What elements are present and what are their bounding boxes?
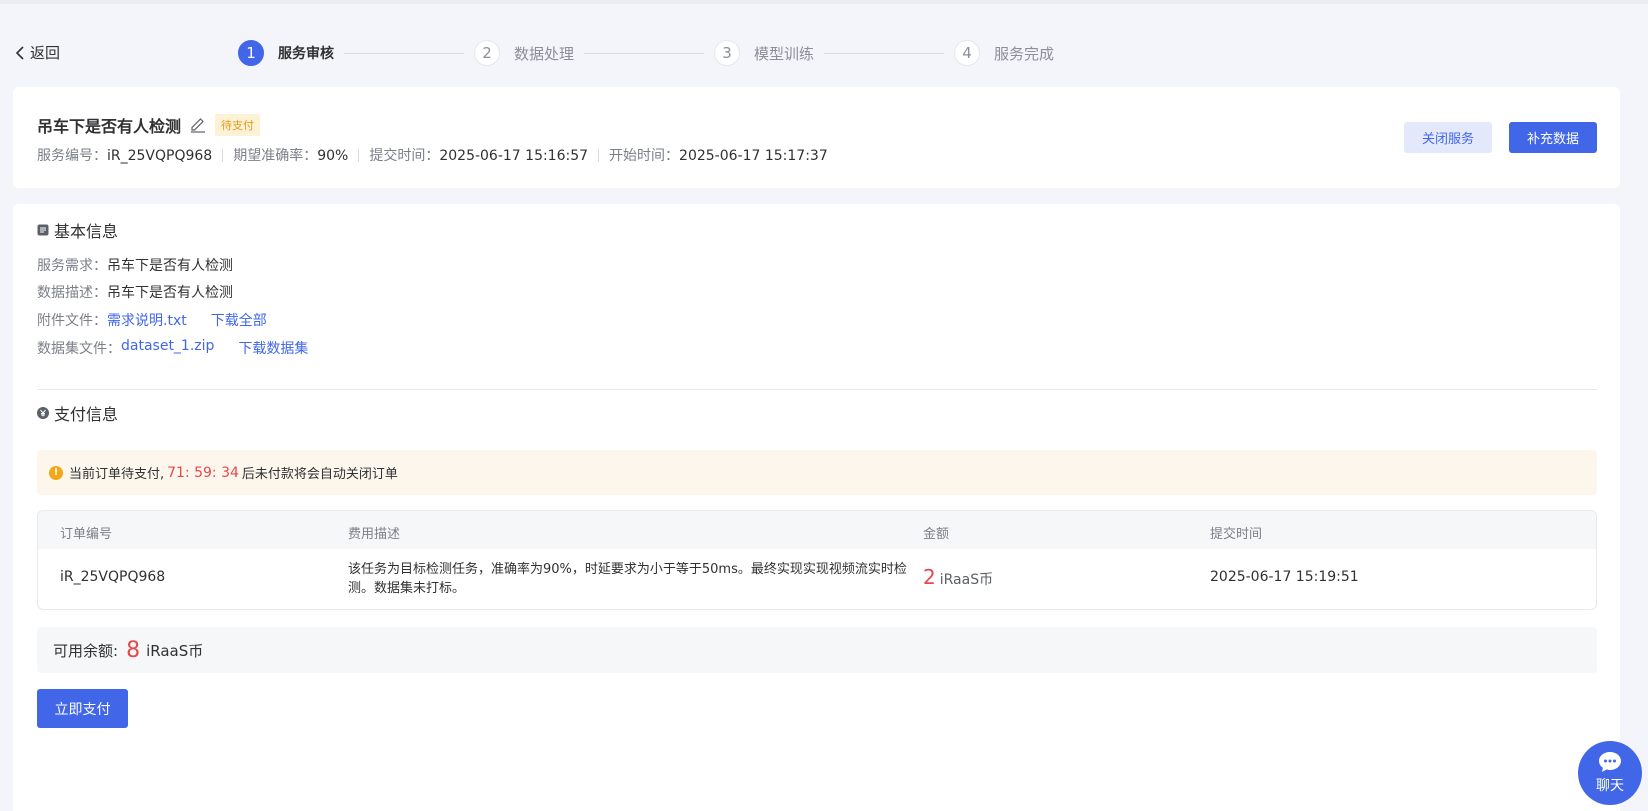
attachment-file-link[interactable]: 需求说明.txt	[107, 310, 187, 330]
step-connector	[824, 52, 945, 54]
edit-icon[interactable]	[189, 116, 207, 134]
download-all-link[interactable]: 下载全部	[211, 310, 267, 330]
section-title: 支付信息	[54, 405, 119, 424]
service-id: 服务编号：iR_25VQPQ968	[37, 148, 213, 164]
field-label: 附件文件：	[37, 313, 107, 329]
balance-label: 可用余额:	[53, 641, 119, 660]
warning-icon: !	[49, 465, 63, 480]
add-data-button[interactable]: 补充数据	[1509, 122, 1597, 153]
attachment-row: 附件文件： 需求说明.txt 下载全部	[37, 310, 267, 330]
pay-now-button[interactable]: 立即支付	[37, 689, 128, 728]
service-meta: 服务编号：iR_25VQPQ968 期望准确率：90% 提交时间：2025-06…	[37, 145, 828, 165]
amount-value: 2	[923, 565, 936, 589]
meta-divider	[222, 148, 224, 162]
field-value: 吊车下是否有人检测	[107, 285, 233, 301]
service-title: 吊车下是否有人检测	[37, 117, 182, 136]
step-label: 数据处理	[514, 44, 575, 63]
back-button[interactable]: 返回	[14, 42, 60, 63]
step-label: 服务完成	[994, 44, 1055, 63]
chat-bubble-icon	[1599, 752, 1621, 772]
description-line: 该任务为目标检测任务，准确率为90%，时延要求为小于等于50ms。最终实现实现视…	[348, 562, 907, 577]
step-number: 2	[474, 40, 500, 66]
service-header-card: 吊车下是否有人检测 待支付 服务编号：iR_25VQPQ968 期望准确率：90…	[13, 87, 1620, 188]
data-description-row: 数据描述： 吊车下是否有人检测	[37, 282, 233, 302]
step-service-review: 1 服务审核	[238, 40, 334, 66]
download-dataset-link[interactable]: 下载数据集	[238, 338, 308, 358]
balance-value: 8	[126, 637, 141, 663]
submit-time: 提交时间：2025-06-17 15:16:57	[369, 148, 589, 164]
field-label: 服务需求：	[37, 258, 107, 274]
submit-time-cell: 2025-06-17 15:19:51	[1210, 569, 1359, 585]
table-header: 订单编号 费用描述 金额 提交时间	[38, 511, 1596, 549]
step-number: 3	[714, 40, 741, 66]
chat-button[interactable]: 聊天	[1578, 741, 1642, 805]
basic-info-heading: 基本信息	[37, 218, 118, 242]
field-label: 数据集文件：	[37, 341, 121, 357]
description-cell: 该任务为目标检测任务，准确率为90%，时延要求为小于等于50ms。最终实现实现视…	[348, 560, 907, 598]
amount-cell: 2 iRaaS币	[923, 565, 993, 589]
service-demand-row: 服务需求： 吊车下是否有人检测	[37, 255, 233, 275]
step-model-training: 3 模型训练	[714, 40, 814, 66]
step-data-processing: 2 数据处理	[474, 40, 574, 66]
start-time: 开始时间：2025-06-17 15:17:37	[609, 148, 828, 164]
step-service-complete: 4 服务完成	[954, 40, 1054, 66]
countdown-timer: 71: 59: 34	[167, 464, 239, 481]
document-icon	[37, 224, 49, 236]
dataset-file-link[interactable]: dataset_1.zip	[121, 338, 214, 358]
step-connector	[584, 52, 705, 54]
status-badge: 待支付	[215, 114, 261, 136]
field-label: 数据描述：	[37, 285, 107, 301]
expected-accuracy: 期望准确率：90%	[233, 148, 349, 164]
field-value: 吊车下是否有人检测	[107, 258, 233, 274]
chat-label: 聊天	[1596, 778, 1624, 794]
meta-divider	[598, 148, 600, 162]
table-row: iR_25VQPQ968 该任务为目标检测任务，准确率为90%，时延要求为小于等…	[38, 549, 1596, 609]
alert-text: 后未付款将会自动关闭订单	[241, 467, 398, 482]
order-table: 订单编号 费用描述 金额 提交时间 iR_25VQPQ968 该任务为目标检测任…	[37, 510, 1597, 610]
order-id-cell: iR_25VQPQ968	[60, 569, 166, 585]
dataset-row: 数据集文件： dataset_1.zip 下载数据集	[37, 338, 308, 358]
top-border	[0, 0, 1648, 4]
section-divider	[37, 389, 1597, 390]
column-header: 提交时间	[1210, 527, 1263, 542]
column-header: 订单编号	[60, 527, 113, 542]
payment-info-heading: 支付信息	[37, 401, 118, 425]
meta-divider	[358, 148, 360, 162]
step-label: 服务审核	[278, 46, 334, 62]
column-header: 费用描述	[348, 527, 401, 542]
step-number: 4	[954, 40, 981, 66]
step-connector	[344, 52, 464, 54]
amount-unit: iRaaS币	[939, 572, 994, 588]
progress-steps: 1 服务审核 2 数据处理 3 模型训练 4 服务完成	[238, 40, 1054, 66]
back-label: 返回	[30, 44, 61, 62]
available-balance: 可用余额: 8 iRaaS币	[37, 627, 1597, 673]
detail-card: 基本信息 服务需求： 吊车下是否有人检测 数据描述： 吊车下是否有人检测 附件文…	[13, 204, 1620, 811]
step-label: 模型训练	[754, 44, 815, 63]
chevron-left-icon	[15, 45, 24, 60]
payment-alert: ! 当前订单待支付, 71: 59: 34 后未付款将会自动关闭订单	[37, 450, 1597, 495]
column-header: 金额	[923, 527, 950, 542]
description-line: 测。数据集未打标。	[348, 581, 466, 596]
alert-text: 当前订单待支付,	[69, 467, 165, 482]
section-title: 基本信息	[54, 222, 119, 241]
close-service-button[interactable]: 关闭服务	[1404, 122, 1492, 153]
balance-unit: iRaaS币	[146, 641, 204, 660]
step-number: 1	[238, 40, 264, 66]
yen-icon	[37, 407, 49, 419]
